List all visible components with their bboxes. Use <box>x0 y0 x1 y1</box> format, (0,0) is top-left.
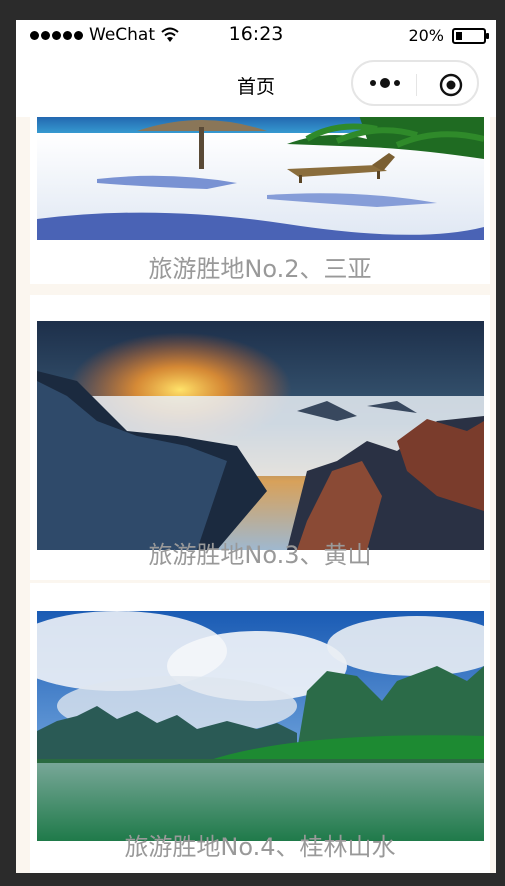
list-item-title: 旅游胜地No.2、三亚 <box>148 255 372 283</box>
huangshan-mountain-image <box>37 321 484 550</box>
capsule-divider <box>416 74 417 96</box>
battery-status: 20% <box>408 26 489 45</box>
list-item-title: 旅游胜地No.4、桂林山水 <box>124 833 396 861</box>
phone-screen: WeChat 16:23 20% 首页 旅游胜地No.2、三亚 旅游胜地No.3… <box>16 20 496 873</box>
battery-percent: 20% <box>408 26 444 45</box>
list-item[interactable]: 旅游胜地No.2、三亚 <box>30 117 490 284</box>
list-item[interactable]: 旅游胜地No.4、桂林山水 <box>30 583 490 873</box>
status-bar: WeChat 16:23 20% <box>16 20 496 50</box>
sanya-beach-image <box>37 117 484 240</box>
list-item-title: 旅游胜地No.3、黄山 <box>148 541 372 569</box>
close-miniprogram-icon[interactable] <box>439 73 463 97</box>
more-options-icon[interactable] <box>367 73 403 93</box>
scroll-content[interactable]: 旅游胜地No.2、三亚 旅游胜地No.3、黄山 旅游胜地No.4、桂林山水 <box>16 117 496 873</box>
navigation-bar: 首页 <box>16 50 496 117</box>
battery-icon <box>452 27 489 44</box>
guilin-landscape-image <box>37 611 484 841</box>
menu-capsule <box>351 60 479 106</box>
list-item[interactable]: 旅游胜地No.3、黄山 <box>30 295 490 580</box>
